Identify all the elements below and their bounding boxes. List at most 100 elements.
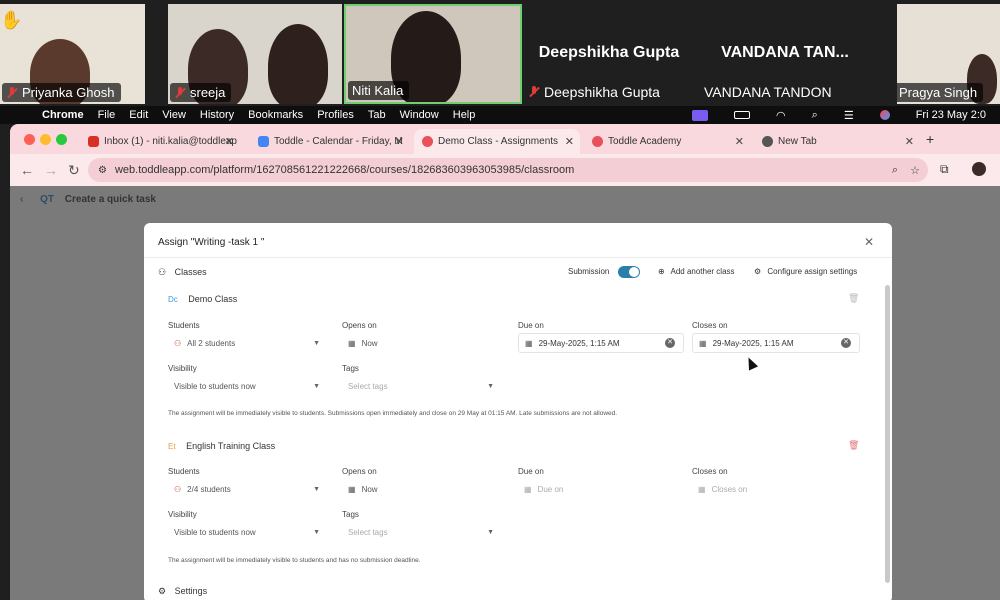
closes-on-field[interactable]: ▦ 29-May-2025, 1:15 AM ✕	[692, 333, 860, 353]
screen-share-icon[interactable]	[692, 109, 709, 121]
tab-inbox[interactable]: Inbox (1) - niti.kalia@toddleap ✕	[80, 129, 240, 154]
video-participant-strip: ✋ Priyanka Ghosh sreeja Niti Kalia Deeps…	[0, 0, 1000, 104]
participant-video	[268, 24, 328, 104]
profile-avatar[interactable]	[972, 162, 986, 176]
due-placeholder: Due on	[537, 484, 564, 494]
wifi-icon[interactable]: ◠	[776, 109, 786, 122]
address-bar[interactable]: ⚙ web.toddleapp.com/platform/16270856122…	[88, 158, 928, 182]
window-zoom-button[interactable]	[56, 134, 67, 145]
clear-icon[interactable]: ✕	[841, 338, 851, 348]
battery-icon[interactable]	[734, 111, 751, 119]
close-icon[interactable]: ✕	[225, 135, 234, 148]
menu-history[interactable]: History	[200, 109, 234, 121]
toddle-icon	[592, 136, 603, 147]
url-text[interactable]: web.toddleapp.com/platform/1627085612212…	[115, 164, 574, 176]
close-icon[interactable]: ✕	[735, 135, 744, 148]
menu-chrome[interactable]: Chrome	[42, 109, 84, 121]
settings-section-header[interactable]: ⚙ Settings	[158, 586, 207, 597]
window-close-button[interactable]	[24, 134, 35, 145]
close-icon[interactable]: ✕	[864, 235, 874, 249]
extensions-icon[interactable]: ⧉	[940, 162, 949, 177]
tags-select[interactable]: Select tags ▼	[342, 376, 502, 396]
visibility-select[interactable]: Visible to students now ▼	[168, 522, 328, 542]
reload-icon[interactable]: ↻	[68, 162, 80, 179]
window-minimize-button[interactable]	[40, 134, 51, 145]
participant-tile[interactable]: sreeja	[168, 4, 342, 104]
participant-name: Niti Kalia	[352, 83, 404, 98]
tab-new-tab[interactable]: New Tab ✕	[754, 129, 920, 154]
tab-demo-class-assignments[interactable]: Demo Class - Assignments ✕	[414, 129, 580, 154]
participant-name: VANDANA TANDON	[704, 84, 832, 100]
participant-name: Deepshikha Gupta	[544, 84, 660, 100]
participant-tile[interactable]: Deepshikha Gupta Deepshikha Gupta	[524, 4, 694, 104]
calendar-icon	[258, 136, 269, 147]
bookmark-star-icon[interactable]: ☆	[910, 164, 920, 177]
due-label: Due on	[518, 321, 544, 330]
class-name: Et English Training Class	[168, 441, 275, 451]
opens-label: Opens on	[342, 467, 377, 476]
students-select[interactable]: ⚇ All 2 students ▼	[168, 333, 328, 353]
calendar-icon: ▦	[348, 484, 356, 494]
tab-calendar[interactable]: Toddle - Calendar - Friday, M ✕	[250, 129, 410, 154]
close-icon[interactable]: ✕	[905, 135, 914, 148]
opens-on-field[interactable]: ▦ Now	[342, 333, 502, 353]
tab-toddle-academy[interactable]: Toddle Academy ✕	[584, 129, 750, 154]
calendar-icon: ▦	[348, 338, 356, 348]
students-select[interactable]: ⚇ 2/4 students ▼	[168, 479, 328, 499]
class-icon: Dc	[168, 295, 178, 304]
menu-edit[interactable]: Edit	[129, 109, 148, 121]
participant-tile[interactable]: VANDANA TAN... VANDANA TANDON	[700, 4, 870, 104]
students-value: All 2 students	[187, 338, 236, 348]
back-icon[interactable]: ←	[20, 162, 34, 178]
menu-window[interactable]: Window	[400, 109, 439, 121]
chevron-down-icon: ▼	[313, 382, 320, 390]
chevron-down-icon: ▼	[313, 528, 320, 536]
back-chevron-icon[interactable]: ‹	[20, 194, 23, 205]
close-icon[interactable]: ✕	[395, 135, 404, 148]
zoom-icon[interactable]: ⌕	[892, 164, 898, 177]
close-icon[interactable]: ✕	[565, 135, 574, 148]
closes-on-field[interactable]: ▦ Closes on	[692, 479, 860, 499]
menu-tab[interactable]: Tab	[368, 109, 386, 121]
opens-value: Now	[361, 338, 378, 348]
menu-file[interactable]: File	[98, 109, 116, 121]
calendar-icon: ▦	[698, 484, 706, 494]
menu-help[interactable]: Help	[453, 109, 476, 121]
trash-icon[interactable]: 🗑	[848, 293, 859, 304]
visibility-select[interactable]: Visible to students now ▼	[168, 376, 328, 396]
mic-muted-icon	[174, 86, 186, 99]
due-value: 29-May-2025, 1:15 AM	[538, 338, 620, 348]
configure-assign-settings-button[interactable]: ⚙ Configure assign settings	[754, 267, 857, 276]
plus-circle-icon: ⊕	[658, 267, 665, 276]
menu-bookmarks[interactable]: Bookmarks	[248, 109, 303, 121]
classes-icon: ⚇	[158, 267, 167, 277]
closes-label: Closes on	[692, 467, 728, 476]
tags-select[interactable]: Select tags ▼	[342, 522, 502, 542]
chevron-down-icon: ▼	[313, 485, 320, 493]
participant-tile[interactable]: Pragya Singh	[897, 4, 1000, 104]
clear-icon[interactable]: ✕	[665, 338, 675, 348]
due-on-field[interactable]: ▦ Due on	[518, 479, 684, 499]
site-info-icon[interactable]: ⚙	[98, 165, 107, 176]
due-on-field[interactable]: ▦ 29-May-2025, 1:15 AM ✕	[518, 333, 684, 353]
page-title: Create a quick task	[64, 194, 156, 205]
participant-tile[interactable]: ✋ Priyanka Ghosh	[0, 4, 145, 104]
menubar-clock[interactable]: Fri 23 May 2:0	[916, 109, 986, 121]
trash-icon[interactable]: 🗑	[848, 440, 859, 451]
opens-on-field[interactable]: ▦ Now	[342, 479, 502, 499]
forward-icon[interactable]: →	[44, 162, 58, 178]
add-another-class-button[interactable]: ⊕ Add another class	[658, 267, 735, 276]
classes-section-header: ⚇ Classes	[158, 267, 207, 278]
control-center-icon[interactable]: ☰	[844, 109, 854, 122]
menu-view[interactable]: View	[162, 109, 186, 121]
section-title: Classes	[174, 267, 207, 277]
siri-icon[interactable]	[879, 110, 890, 120]
participant-tile-active[interactable]: Niti Kalia	[344, 4, 522, 104]
submission-toggle-row: Submission	[568, 266, 640, 278]
submission-toggle[interactable]	[617, 266, 640, 278]
menu-profiles[interactable]: Profiles	[317, 109, 354, 121]
modal-scrollbar[interactable]	[885, 285, 890, 583]
mic-muted-icon	[6, 86, 18, 99]
search-icon[interactable]: ⌕	[812, 109, 818, 122]
new-tab-plus-icon[interactable]: +	[926, 131, 934, 147]
